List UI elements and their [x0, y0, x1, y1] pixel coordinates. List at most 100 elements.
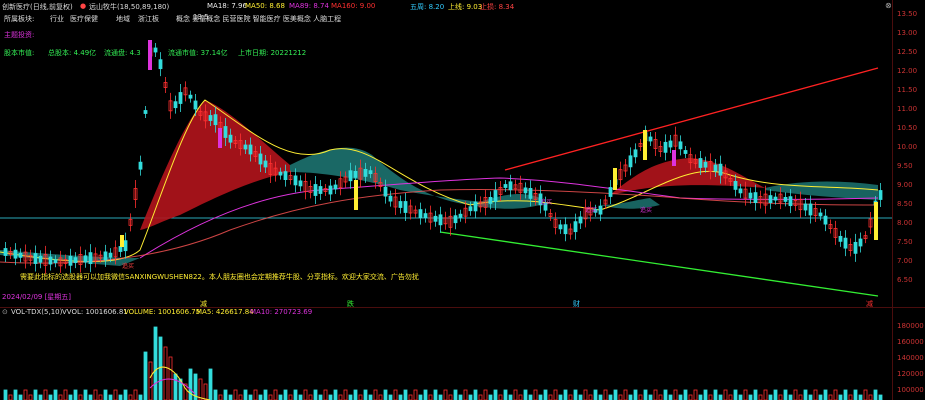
vol-tdx-label[interactable]: VOL-TDX(5,10) — [11, 308, 62, 316]
volume-bar — [438, 394, 443, 400]
volume-bar — [223, 389, 228, 400]
volume-bar — [508, 394, 513, 400]
candle-body — [153, 47, 158, 53]
candle-body — [173, 101, 178, 109]
candle-body — [718, 163, 723, 176]
volume-bar — [543, 389, 548, 400]
volume-bar — [133, 389, 138, 400]
candle-body — [648, 136, 653, 142]
candle-body — [818, 212, 823, 217]
volume-bar — [558, 394, 563, 400]
candle-body — [248, 144, 253, 155]
volume-bar — [188, 368, 193, 400]
candle-body — [608, 187, 613, 197]
volume-bar — [313, 389, 318, 400]
candle-body — [83, 255, 88, 263]
axis-tick: 12.00 — [897, 67, 918, 75]
volume-bar — [218, 394, 223, 400]
volume-bar — [153, 326, 158, 400]
candle-body — [668, 140, 673, 148]
volume-bar — [783, 389, 788, 400]
volume-bar — [458, 394, 463, 400]
volume-bar — [103, 389, 108, 400]
volume-label: VOLUME: 1001606.75 — [124, 308, 201, 316]
candle-body — [468, 206, 473, 212]
axis-tick: 8.50 — [897, 200, 913, 208]
volume-bar — [878, 394, 883, 400]
volume-bar — [633, 389, 638, 400]
volume-bar — [358, 394, 363, 400]
candle-body — [753, 192, 758, 204]
candle-body — [598, 205, 603, 215]
tag-1: 追买 — [122, 262, 134, 270]
volume-bar — [483, 389, 488, 400]
volume-bar — [593, 389, 598, 400]
volume-bar — [603, 389, 608, 400]
volume-bar — [238, 394, 243, 400]
lower-trend-line — [439, 231, 879, 297]
candle-body — [258, 153, 263, 165]
candle-body — [353, 170, 358, 178]
volume-bar — [353, 389, 358, 400]
volume-bar — [503, 389, 508, 400]
volume-bar — [798, 394, 803, 400]
volume-bar — [833, 389, 838, 400]
volume-bar — [68, 394, 73, 400]
candle-body — [48, 256, 53, 265]
highlight-candle — [613, 168, 617, 190]
candle-body — [433, 215, 438, 222]
volume-bar — [98, 394, 103, 400]
candle-body — [678, 141, 683, 150]
volume-bar — [213, 389, 218, 400]
volume-bar — [38, 394, 43, 400]
volume-bar — [643, 389, 648, 400]
volume-bar — [468, 394, 473, 400]
candle-body — [208, 115, 213, 121]
volume-bar — [43, 389, 48, 400]
candle-body — [438, 214, 443, 226]
axis-tick: 9.50 — [897, 162, 913, 170]
volume-bar — [688, 394, 693, 400]
settings-icon[interactable]: ⊙ — [2, 308, 8, 316]
volume-bar — [828, 394, 833, 400]
volume-bar — [478, 394, 483, 400]
candle-body — [738, 188, 743, 194]
price-chart[interactable]: 减 跌 财 减 追买 追买 追买 追买 — [0, 0, 893, 307]
volume-bar — [13, 389, 18, 400]
candle-body — [878, 190, 883, 200]
volume-bar — [138, 394, 143, 400]
volume-bar — [678, 394, 683, 400]
volume-bar — [858, 394, 863, 400]
volume-bar — [713, 389, 718, 400]
candle-body — [103, 251, 108, 261]
volume-bar — [173, 373, 178, 400]
volume-bar — [788, 394, 793, 400]
volume-bar — [698, 394, 703, 400]
bottom-date: 2024/02/09 [星期五] — [2, 293, 72, 301]
volume-bar — [258, 394, 263, 400]
candle-body — [403, 201, 408, 213]
ma10-label: MA10: 270723.69 — [250, 308, 313, 316]
volume-bar — [283, 389, 288, 400]
volume-bar — [418, 394, 423, 400]
candle-body — [858, 238, 863, 247]
volume-bar — [768, 394, 773, 400]
volume-bar — [668, 394, 673, 400]
volume-bar — [683, 389, 688, 400]
volume-bar — [663, 389, 668, 400]
axis-tick: 13.50 — [897, 10, 918, 18]
volume-bar — [733, 389, 738, 400]
volume-bar — [693, 389, 698, 400]
volume-bar — [108, 394, 113, 400]
candle-body — [318, 186, 323, 194]
volume-bar — [3, 389, 8, 400]
volume-bar — [48, 394, 53, 400]
axis-tick: 6.50 — [897, 276, 913, 284]
volume-bar — [228, 394, 233, 400]
candle-body — [188, 94, 193, 99]
volume-bar — [383, 389, 388, 400]
volume-bar — [433, 389, 438, 400]
volume-chart[interactable] — [0, 318, 893, 400]
volume-bar — [608, 394, 613, 400]
volume-bar — [123, 389, 128, 400]
